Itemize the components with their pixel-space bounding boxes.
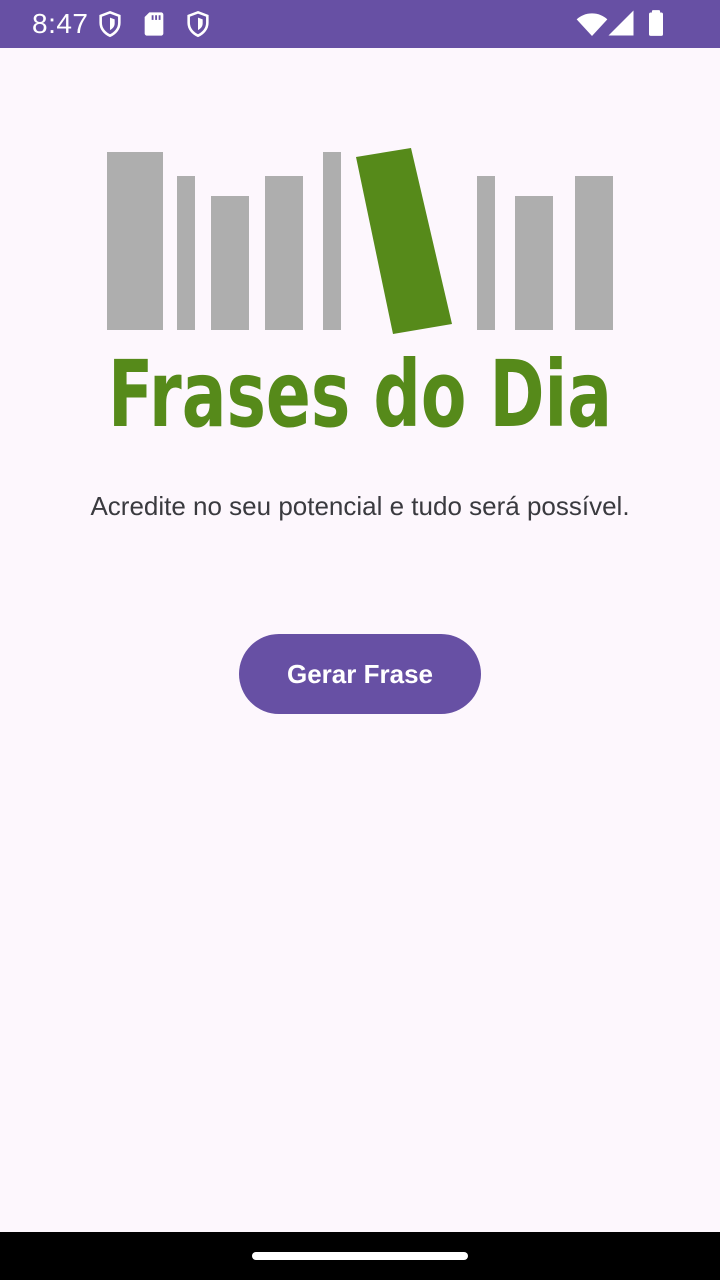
signal-icon [608,10,634,36]
logo-bar [265,176,303,330]
logo-bar [477,176,495,330]
home-gesture-handle[interactable] [252,1252,468,1260]
frases-do-dia-logo: Frases do Dia [107,148,613,430]
wifi-icon [576,13,608,36]
status-bar: 8:47 [0,0,720,48]
generate-phrase-button[interactable]: Gerar Frase [239,634,481,714]
status-time: 8:47 [32,8,89,39]
logo-bar [515,196,553,330]
logo-bar [107,152,163,330]
logo-bar [575,176,613,330]
navigation-bar [0,1232,720,1280]
sd-card-icon [144,12,164,36]
quote-text: Acredite no seu potencial e tudo será po… [90,491,630,521]
logo-bar [211,196,249,330]
logo-bar [323,152,341,330]
shield-icon [99,10,121,38]
shield-icon [187,10,209,38]
logo-accent-bar [356,148,452,334]
main-content: Frases do Dia Acredite no seu potencial … [0,48,720,1232]
logo-bars [107,148,613,334]
logo-bar [177,176,195,330]
logo-text: Frases do Dia [108,341,612,430]
battery-icon [649,10,663,36]
